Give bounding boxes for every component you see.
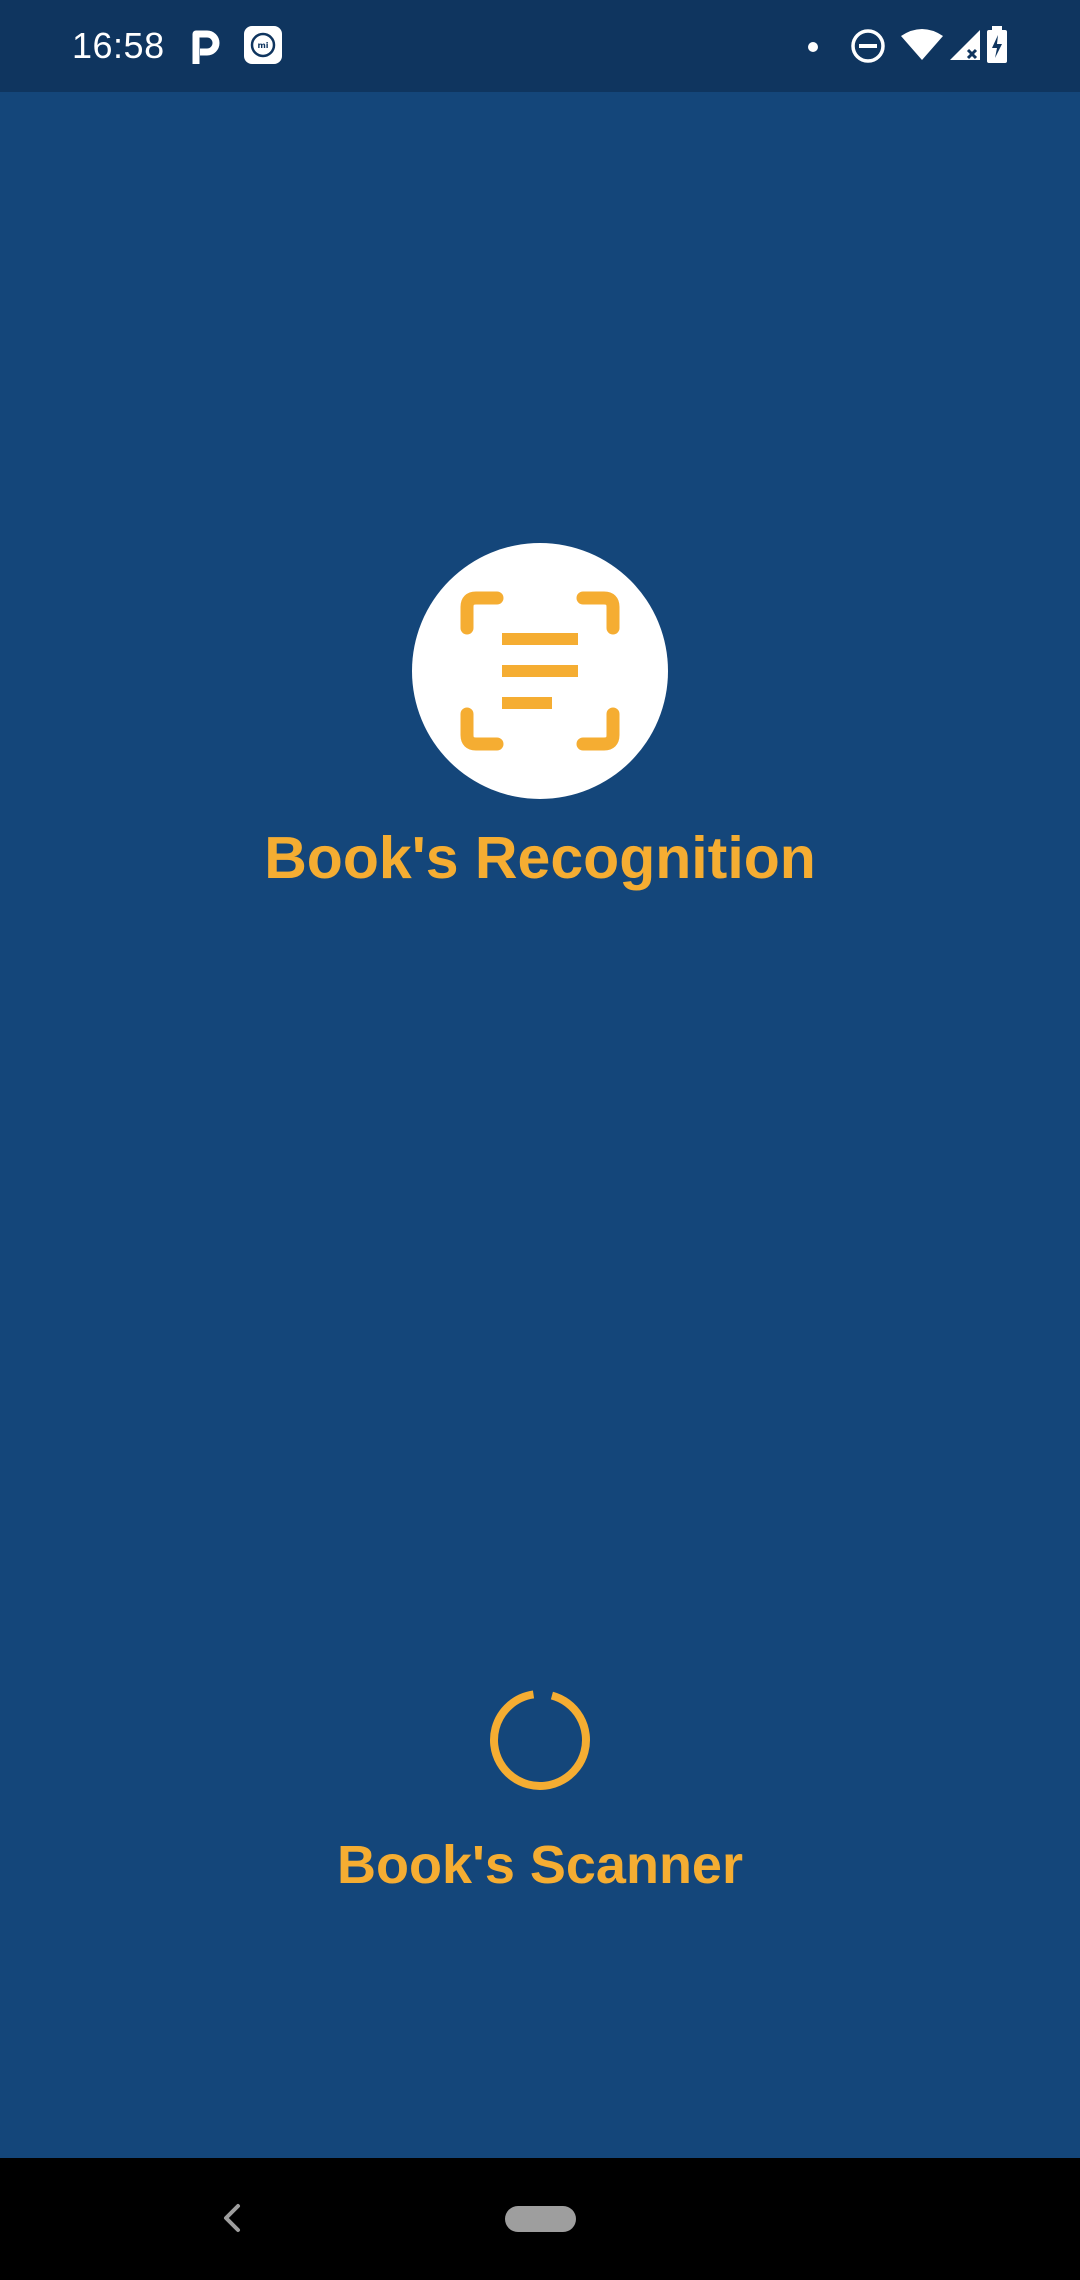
- notification-dot-icon: [808, 42, 818, 52]
- wifi-icon: [901, 29, 943, 60]
- back-icon[interactable]: [216, 2198, 248, 2238]
- status-bar: 16:58 mi: [0, 0, 1080, 92]
- status-time: 16:58: [72, 25, 165, 66]
- svg-text:mi: mi: [257, 41, 268, 50]
- do-not-disturb-icon: [851, 29, 885, 63]
- mi-app-icon: mi: [244, 26, 282, 64]
- splash-screen: 16:58 mi Book's Recognition Book's Scann…: [0, 0, 1080, 2280]
- app-title: Book's Recognition: [264, 825, 816, 891]
- progress-spinner-icon: [490, 1690, 590, 1790]
- navigation-bar: [0, 2158, 1080, 2280]
- text-scan-icon: [460, 591, 620, 751]
- battery-charging-icon: [987, 26, 1007, 63]
- parking-icon: [192, 30, 220, 64]
- home-pill-icon[interactable]: [505, 2206, 576, 2232]
- cell-signal-icon: [950, 30, 980, 60]
- app-subtitle: Book's Scanner: [337, 1835, 743, 1895]
- app-logo: [412, 543, 668, 799]
